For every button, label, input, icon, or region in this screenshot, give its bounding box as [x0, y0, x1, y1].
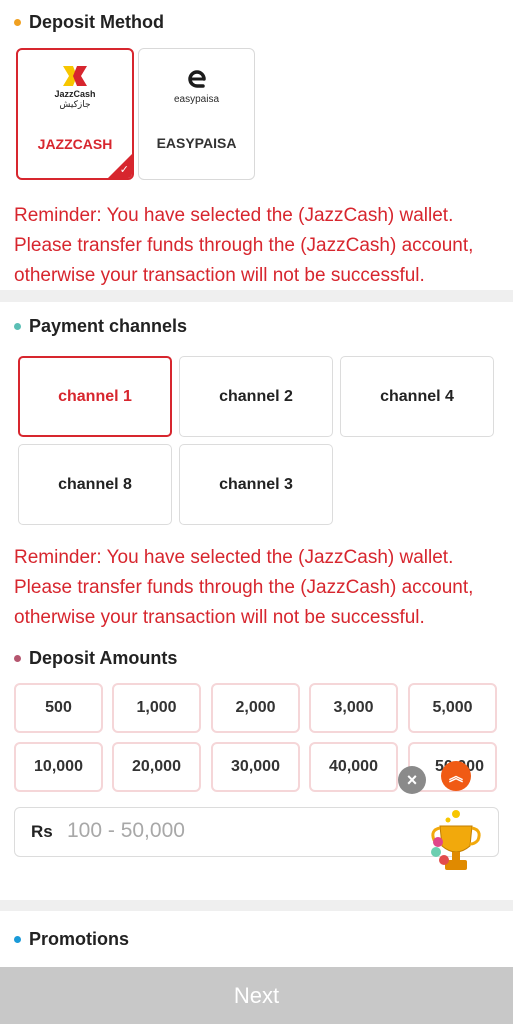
reminder-line: Please transfer funds through the (JazzC… [14, 235, 474, 256]
method-name-easypaisa: EASYPAISA [156, 135, 237, 151]
scroll-up-glyph: ︽ [449, 768, 463, 784]
amount-option[interactable]: 40,000 [309, 742, 398, 792]
channel-4-button[interactable]: channel 4 [340, 356, 494, 437]
method-card-jazzcash[interactable]: JazzCash جازکیش JAZZCASH ✓ [16, 48, 134, 180]
amount-option[interactable]: 20,000 [112, 742, 201, 792]
payment-channels-reminder: Reminder: You have selected the (JazzCas… [14, 543, 504, 633]
amount-label: 500 [45, 699, 72, 716]
channel-label: channel 4 [380, 387, 454, 405]
section-divider [0, 900, 513, 911]
amount-option[interactable]: 3,000 [309, 683, 398, 733]
payment-channels-title: Payment channels [14, 316, 187, 337]
amount-label: 3,000 [333, 699, 374, 716]
close-icon[interactable]: × [398, 766, 426, 794]
promotions-title-text: Promotions [29, 929, 130, 949]
channel-2-button[interactable]: channel 2 [179, 356, 333, 437]
deposit-method-reminder: Reminder: You have selected the (JazzCas… [14, 201, 504, 291]
channel-1-button[interactable]: channel 1 [18, 356, 172, 437]
reminder-line: otherwise your transaction will not be s… [14, 607, 425, 628]
payment-channels-title-text: Payment channels [29, 316, 188, 336]
amount-label: 1,000 [136, 699, 177, 716]
deposit-amounts-title-text: Deposit Amounts [29, 648, 178, 668]
amount-option[interactable]: 500 [14, 683, 103, 733]
amount-label: 30,000 [231, 758, 280, 775]
channel-3-button[interactable]: channel 3 [179, 444, 333, 525]
method-card-easypaisa[interactable]: easypaisa EASYPAISA [138, 48, 255, 180]
reminder-line: Please transfer funds through the (JazzC… [14, 577, 474, 598]
method-name-jazzcash: JAZZCASH [37, 136, 113, 152]
deposit-method-title: Deposit Method [14, 12, 164, 33]
reminder-line: Reminder: You have selected the (JazzCas… [14, 547, 454, 568]
deposit-method-title-text: Deposit Method [29, 12, 164, 32]
section-dot [14, 655, 21, 662]
channel-label: channel 2 [219, 387, 293, 405]
reminder-line: Reminder: You have selected the (JazzCas… [14, 205, 454, 226]
amount-label: 10,000 [34, 758, 83, 775]
next-button[interactable]: Next [0, 967, 513, 1024]
amount-label: 40,000 [329, 758, 378, 775]
amount-option[interactable]: 5,000 [408, 683, 497, 733]
deposit-amounts-title: Deposit Amounts [14, 648, 177, 669]
scroll-up-icon[interactable]: ︽ [441, 761, 471, 791]
channel-label: channel 3 [219, 475, 293, 493]
easypaisa-logo-icon [187, 69, 206, 88]
section-dot [14, 19, 21, 26]
easypaisa-logo-text: easypaisa [173, 93, 220, 105]
channel-label: channel 1 [58, 387, 132, 405]
amount-option[interactable]: 1,000 [112, 683, 201, 733]
trophy-icon[interactable] [426, 808, 486, 878]
promotions-title: Promotions [14, 929, 129, 950]
amount-option[interactable]: 10,000 [14, 742, 103, 792]
currency-label: Rs [31, 822, 53, 841]
next-button-label: Next [233, 982, 280, 1008]
section-dot [14, 936, 21, 943]
amount-label: 5,000 [432, 699, 473, 716]
jazzcash-logo-text: JazzCash [54, 89, 96, 99]
amount-option[interactable]: 2,000 [211, 683, 300, 733]
channel-label: channel 8 [58, 475, 132, 493]
close-glyph: × [406, 769, 418, 790]
jazzcash-logo-icon [63, 66, 87, 86]
easypaisa-logo: easypaisa [139, 61, 254, 111]
jazzcash-logo-subtext: جازکیش [59, 99, 91, 109]
amount-option[interactable]: 30,000 [211, 742, 300, 792]
section-divider [0, 290, 513, 302]
amount-placeholder: 100 - 50,000 [67, 819, 185, 842]
section-dot [14, 323, 21, 330]
jazzcash-logo: JazzCash جازکیش [18, 62, 132, 112]
amount-label: 20,000 [132, 758, 181, 775]
channel-8-button[interactable]: channel 8 [18, 444, 172, 525]
checkmark-icon: ✓ [119, 164, 129, 176]
deposit-method-section: Deposit Method JazzCash جازکیش JAZZCASH … [0, 0, 513, 290]
reminder-line: otherwise your transaction will not be s… [14, 265, 425, 286]
amount-label: 2,000 [235, 699, 276, 716]
